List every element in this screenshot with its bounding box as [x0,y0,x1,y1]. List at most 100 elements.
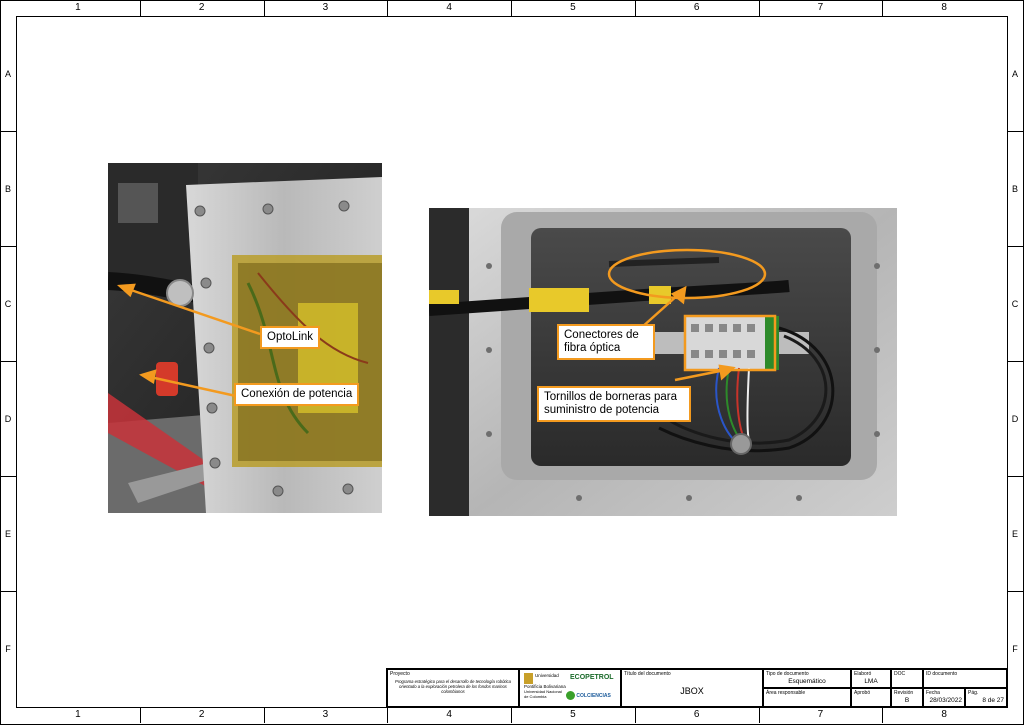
grid-tick [511,0,512,16]
row-label-left: E [4,528,11,539]
column-label-top: 4 [446,2,452,13]
tb-tipo: Tipo de documento Esquemático [763,669,851,688]
column-label-top: 3 [322,2,329,13]
logo-unal-text: Universidad Nacional de Colombia [524,689,562,699]
column-label-top: 1 [75,2,81,13]
photo-right: Conectores de fibra óptica Tornillos de … [429,208,897,516]
tb-proyecto: Proyecto Programa estratégico para el de… [387,669,519,707]
logo-colciencias-text: COLCIENCIAS [576,692,611,699]
grid-tick [0,131,16,132]
grid-tick [387,707,389,723]
tb-tipo-value: Esquemático [788,678,826,685]
tb-fecha-label: Fecha [926,690,940,696]
tb-elaboro-label: Elaboró [854,671,872,677]
logo-ecopetrol: ECOPETROL [570,674,618,686]
row-label-left: F [5,643,11,654]
grid-tick [1007,131,1023,132]
column-label-bottom: 1 [75,709,81,720]
grid-tick [387,0,389,16]
row-label-left: D [4,413,12,424]
row-label-right: B [1011,183,1018,194]
grid-tick [758,707,760,723]
tb-fecha: Fecha 28/03/2022 [923,688,965,707]
upb-shield-icon [524,673,533,684]
callout-optolink: OptoLink [260,326,321,349]
row-label-left: B [4,183,11,194]
tb-fecha-value: 28/03/2022 [929,697,962,704]
tb-doc: DOC [891,669,923,688]
row-label-right: C [1011,298,1019,309]
tb-revision-value: B [904,697,910,704]
tb-tipo-label: Tipo de documento [766,671,809,677]
photo-right-illustration [429,208,897,516]
tb-doc-label: DOC [894,671,906,677]
tb-aprobo-label: Aprobó [854,690,871,696]
grid-tick [511,707,512,723]
tb-area: Área responsable [763,688,851,707]
column-label-bottom: 5 [570,709,576,720]
tb-proyecto-label: Proyecto [390,671,410,677]
photo-left: OptoLink Conexión de potencia [108,163,382,513]
tb-titulo: Título del documento JBOX [621,669,763,707]
grid-tick [1007,246,1023,247]
tb-aprobo: Aprobó [851,688,891,707]
tb-id: ID documento [923,669,1007,688]
tb-elaboro-value: LMA [864,678,878,685]
grid-tick [634,0,636,16]
tb-elaboro: Elaboró LMA [851,669,891,688]
grid-tick [0,361,16,362]
grid-tick [263,0,265,16]
column-label-top: 6 [693,2,700,13]
title-block: Proyecto Programa estratégico para el de… [386,668,1008,708]
grid-tick [882,0,884,16]
grid-tick [263,707,265,723]
grid-tick [1007,591,1023,592]
tb-revision-label: Revisión [894,690,914,696]
tb-pag-label: Pág. [968,690,979,696]
column-label-bottom: 8 [941,709,947,720]
tb-logos: Universidad Pontificia Bolivariana ECOPE… [519,669,621,707]
column-label-top: 7 [817,2,824,13]
tb-pag: Pág. 8 de 27 [965,688,1007,707]
row-label-left: A [4,68,11,79]
colciencias-icon [566,691,575,700]
logo-unal: Universidad Nacional de Colombia [524,689,564,704]
grid-tick [634,707,636,723]
callout-conexion-potencia: Conexión de potencia [234,383,360,406]
column-label-bottom: 4 [446,709,452,720]
column-label-bottom: 6 [693,709,700,720]
tb-titulo-label: Título del documento [624,671,671,677]
grid-tick [139,707,141,723]
tb-proyecto-text: Programa estratégico para el desarrollo … [395,679,511,694]
callout-conectores-fibra: Conectores de fibra óptica [557,324,655,360]
row-label-right: F [1012,643,1018,654]
tb-area-label: Área responsable [766,690,806,696]
tb-titulo-value: JBOX [680,686,704,696]
grid-tick [139,0,141,16]
tb-pag-value: 8 de 27 [982,697,1004,704]
column-label-bottom: 3 [322,709,329,720]
row-label-right: D [1011,413,1019,424]
column-label-bottom: 2 [198,709,205,720]
grid-tick [1007,361,1023,362]
grid-tick [0,476,16,477]
tb-id-label: ID documento [926,671,958,677]
row-label-left: C [4,298,12,309]
column-label-top: 8 [941,2,947,13]
row-label-right: A [1011,68,1018,79]
grid-tick [758,0,760,16]
grid-tick [0,591,16,592]
grid-tick [882,707,884,723]
logo-colciencias: COLCIENCIAS [566,691,618,703]
callout-tornillos-borneras: Tornillos de borneras para suministro de… [537,386,691,422]
photo-left-illustration [108,163,382,513]
column-label-bottom: 7 [817,709,824,720]
logo-ecopetrol-text: ECOPETROL [570,674,614,681]
row-label-right: E [1011,528,1018,539]
grid-tick [1007,476,1023,477]
grid-tick [0,246,16,247]
column-label-top: 5 [570,2,576,13]
column-label-top: 2 [198,2,205,13]
logo-upb: Universidad Pontificia Bolivariana [524,673,568,689]
tb-revision: Revisión B [891,688,923,707]
